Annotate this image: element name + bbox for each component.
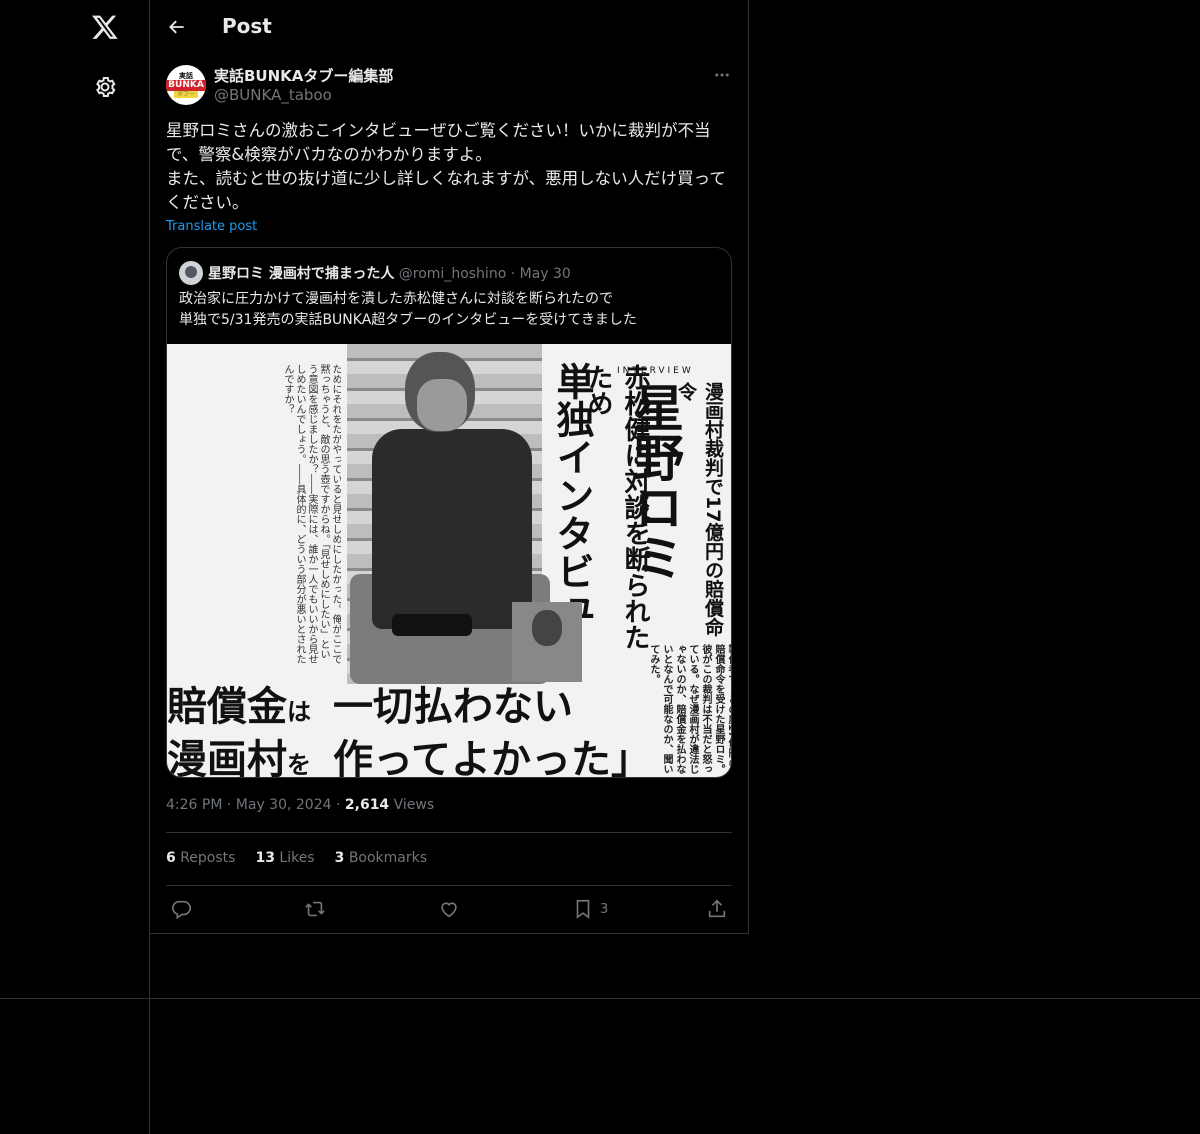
avatar[interactable]: 実話 BUNKA タブー bbox=[166, 65, 206, 105]
quoted-date[interactable]: May 30 bbox=[520, 266, 571, 282]
author-handle[interactable]: @BUNKA_taboo bbox=[214, 86, 332, 104]
repost-icon[interactable] bbox=[304, 896, 326, 922]
separator-dot: · bbox=[510, 266, 516, 282]
bookmark-count: 3 bbox=[600, 901, 609, 917]
avatar-logo-line3: タブー bbox=[173, 91, 198, 98]
page-header: Post bbox=[150, 0, 749, 54]
likes-label: Likes bbox=[279, 850, 315, 866]
reply-icon[interactable] bbox=[170, 896, 192, 922]
views-label: Views bbox=[393, 797, 435, 813]
engagement-stats: 6 Reposts 13 Likes 3 Bookmarks bbox=[166, 850, 427, 866]
views-count: 2,614 bbox=[344, 797, 390, 813]
photo-person-body bbox=[372, 429, 532, 629]
x-logo-icon[interactable] bbox=[89, 11, 121, 43]
bookmarks-count: 3 bbox=[334, 850, 345, 866]
reposts-label: Reposts bbox=[180, 850, 236, 866]
heart-icon[interactable] bbox=[438, 896, 460, 922]
post-text: 星野ロミさんの激おこインタビューぜひご覧ください！いかに裁判が不当で、警察&検察… bbox=[166, 121, 726, 212]
translate-post-link[interactable]: Translate post bbox=[166, 219, 257, 234]
likes-count: 13 bbox=[255, 850, 275, 866]
quoted-post[interactable]: 星野ロミ 漫画村で捕まった人 @romi_hoshino · May 30 政治… bbox=[166, 247, 732, 778]
avatar-logo-line2: BUNKA bbox=[166, 80, 206, 91]
quoted-author-handle[interactable]: @romi_hoshino bbox=[399, 266, 506, 282]
bookmarks-label: Bookmarks bbox=[348, 850, 428, 866]
reposts-count: 6 bbox=[166, 850, 176, 866]
share-icon[interactable] bbox=[706, 896, 728, 922]
bookmark-icon[interactable]: 3 bbox=[572, 896, 608, 922]
avatar-logo-line1: 実話 bbox=[179, 72, 193, 80]
divider bbox=[166, 885, 732, 886]
reposts-stat[interactable]: 6 Reposts bbox=[166, 850, 235, 866]
quoted-text: 政治家に圧力かけて漫画村を潰した赤松健さんに対談を断られたので 単独で5/31発… bbox=[179, 291, 637, 328]
divider bbox=[166, 832, 732, 833]
photo-person-shoes bbox=[392, 614, 472, 636]
arrow-left-icon[interactable] bbox=[164, 14, 190, 40]
big-headline-line2: 漫画村を 作ってよかった」 bbox=[167, 727, 651, 778]
post-time[interactable]: 4:26 PM bbox=[166, 797, 222, 813]
separator-dot: · bbox=[226, 797, 232, 813]
big-headline-1a: 賠償金 bbox=[167, 683, 287, 730]
quoted-avatar[interactable] bbox=[179, 261, 203, 285]
photo-person-face bbox=[417, 379, 467, 431]
big-headline-line1: 賠償金は 一切払わない bbox=[167, 674, 573, 732]
magazine-body-text: ためにそれをたがやっていると見せしめにしたかった。俺がここで黙っちゃうと、敵の思… bbox=[282, 364, 341, 664]
quoted-image[interactable]: ためにそれをたがやっていると見せしめにしたかった。俺がここで黙っちゃうと、敵の思… bbox=[167, 344, 732, 778]
likes-stat[interactable]: 13 Likes bbox=[255, 850, 314, 866]
gear-icon[interactable] bbox=[91, 73, 119, 101]
interview-label: INTERVIEW bbox=[617, 366, 694, 376]
quoted-author-name[interactable]: 星野ロミ 漫画村で捕まった人 bbox=[208, 266, 394, 282]
post-detail-panel: Post 実話 BUNKA タブー 実話BUNKAタブー編集部 @BUNKA_t… bbox=[150, 0, 749, 934]
big-headline-1c: 一切払わない bbox=[333, 683, 573, 730]
left-navigation bbox=[0, 0, 150, 1134]
inset-photo bbox=[512, 602, 582, 682]
headline-subhead: 漫画村裁判で17億円の賠償命令 bbox=[675, 382, 724, 637]
big-headline-2a: 漫画村 bbox=[167, 736, 287, 778]
author-name[interactable]: 実話BUNKAタブー編集部 bbox=[214, 65, 393, 86]
post-timestamp: 4:26 PM · May 30, 2024 · 2,614 Views bbox=[166, 797, 434, 813]
big-headline-2c: 作ってよかった」 bbox=[333, 736, 651, 778]
action-bar: 3 bbox=[166, 896, 732, 922]
bookmarks-stat[interactable]: 3 Bookmarks bbox=[335, 850, 427, 866]
magazine-caption: 世間を騒がせた「漫画村」の製作者で、この度17億円の賠償命令を受けた星野ロミ。彼… bbox=[648, 644, 732, 774]
post-date[interactable]: May 30, 2024 bbox=[236, 797, 332, 813]
page-title: Post bbox=[222, 14, 272, 38]
divider bbox=[0, 998, 1200, 999]
big-headline-2b: を bbox=[287, 750, 311, 778]
more-horizontal-icon[interactable] bbox=[710, 64, 734, 86]
separator-dot: · bbox=[335, 797, 341, 813]
quoted-meta: 星野ロミ 漫画村で捕まった人 @romi_hoshino · May 30 bbox=[208, 263, 571, 283]
big-headline-1b: は bbox=[287, 697, 311, 726]
